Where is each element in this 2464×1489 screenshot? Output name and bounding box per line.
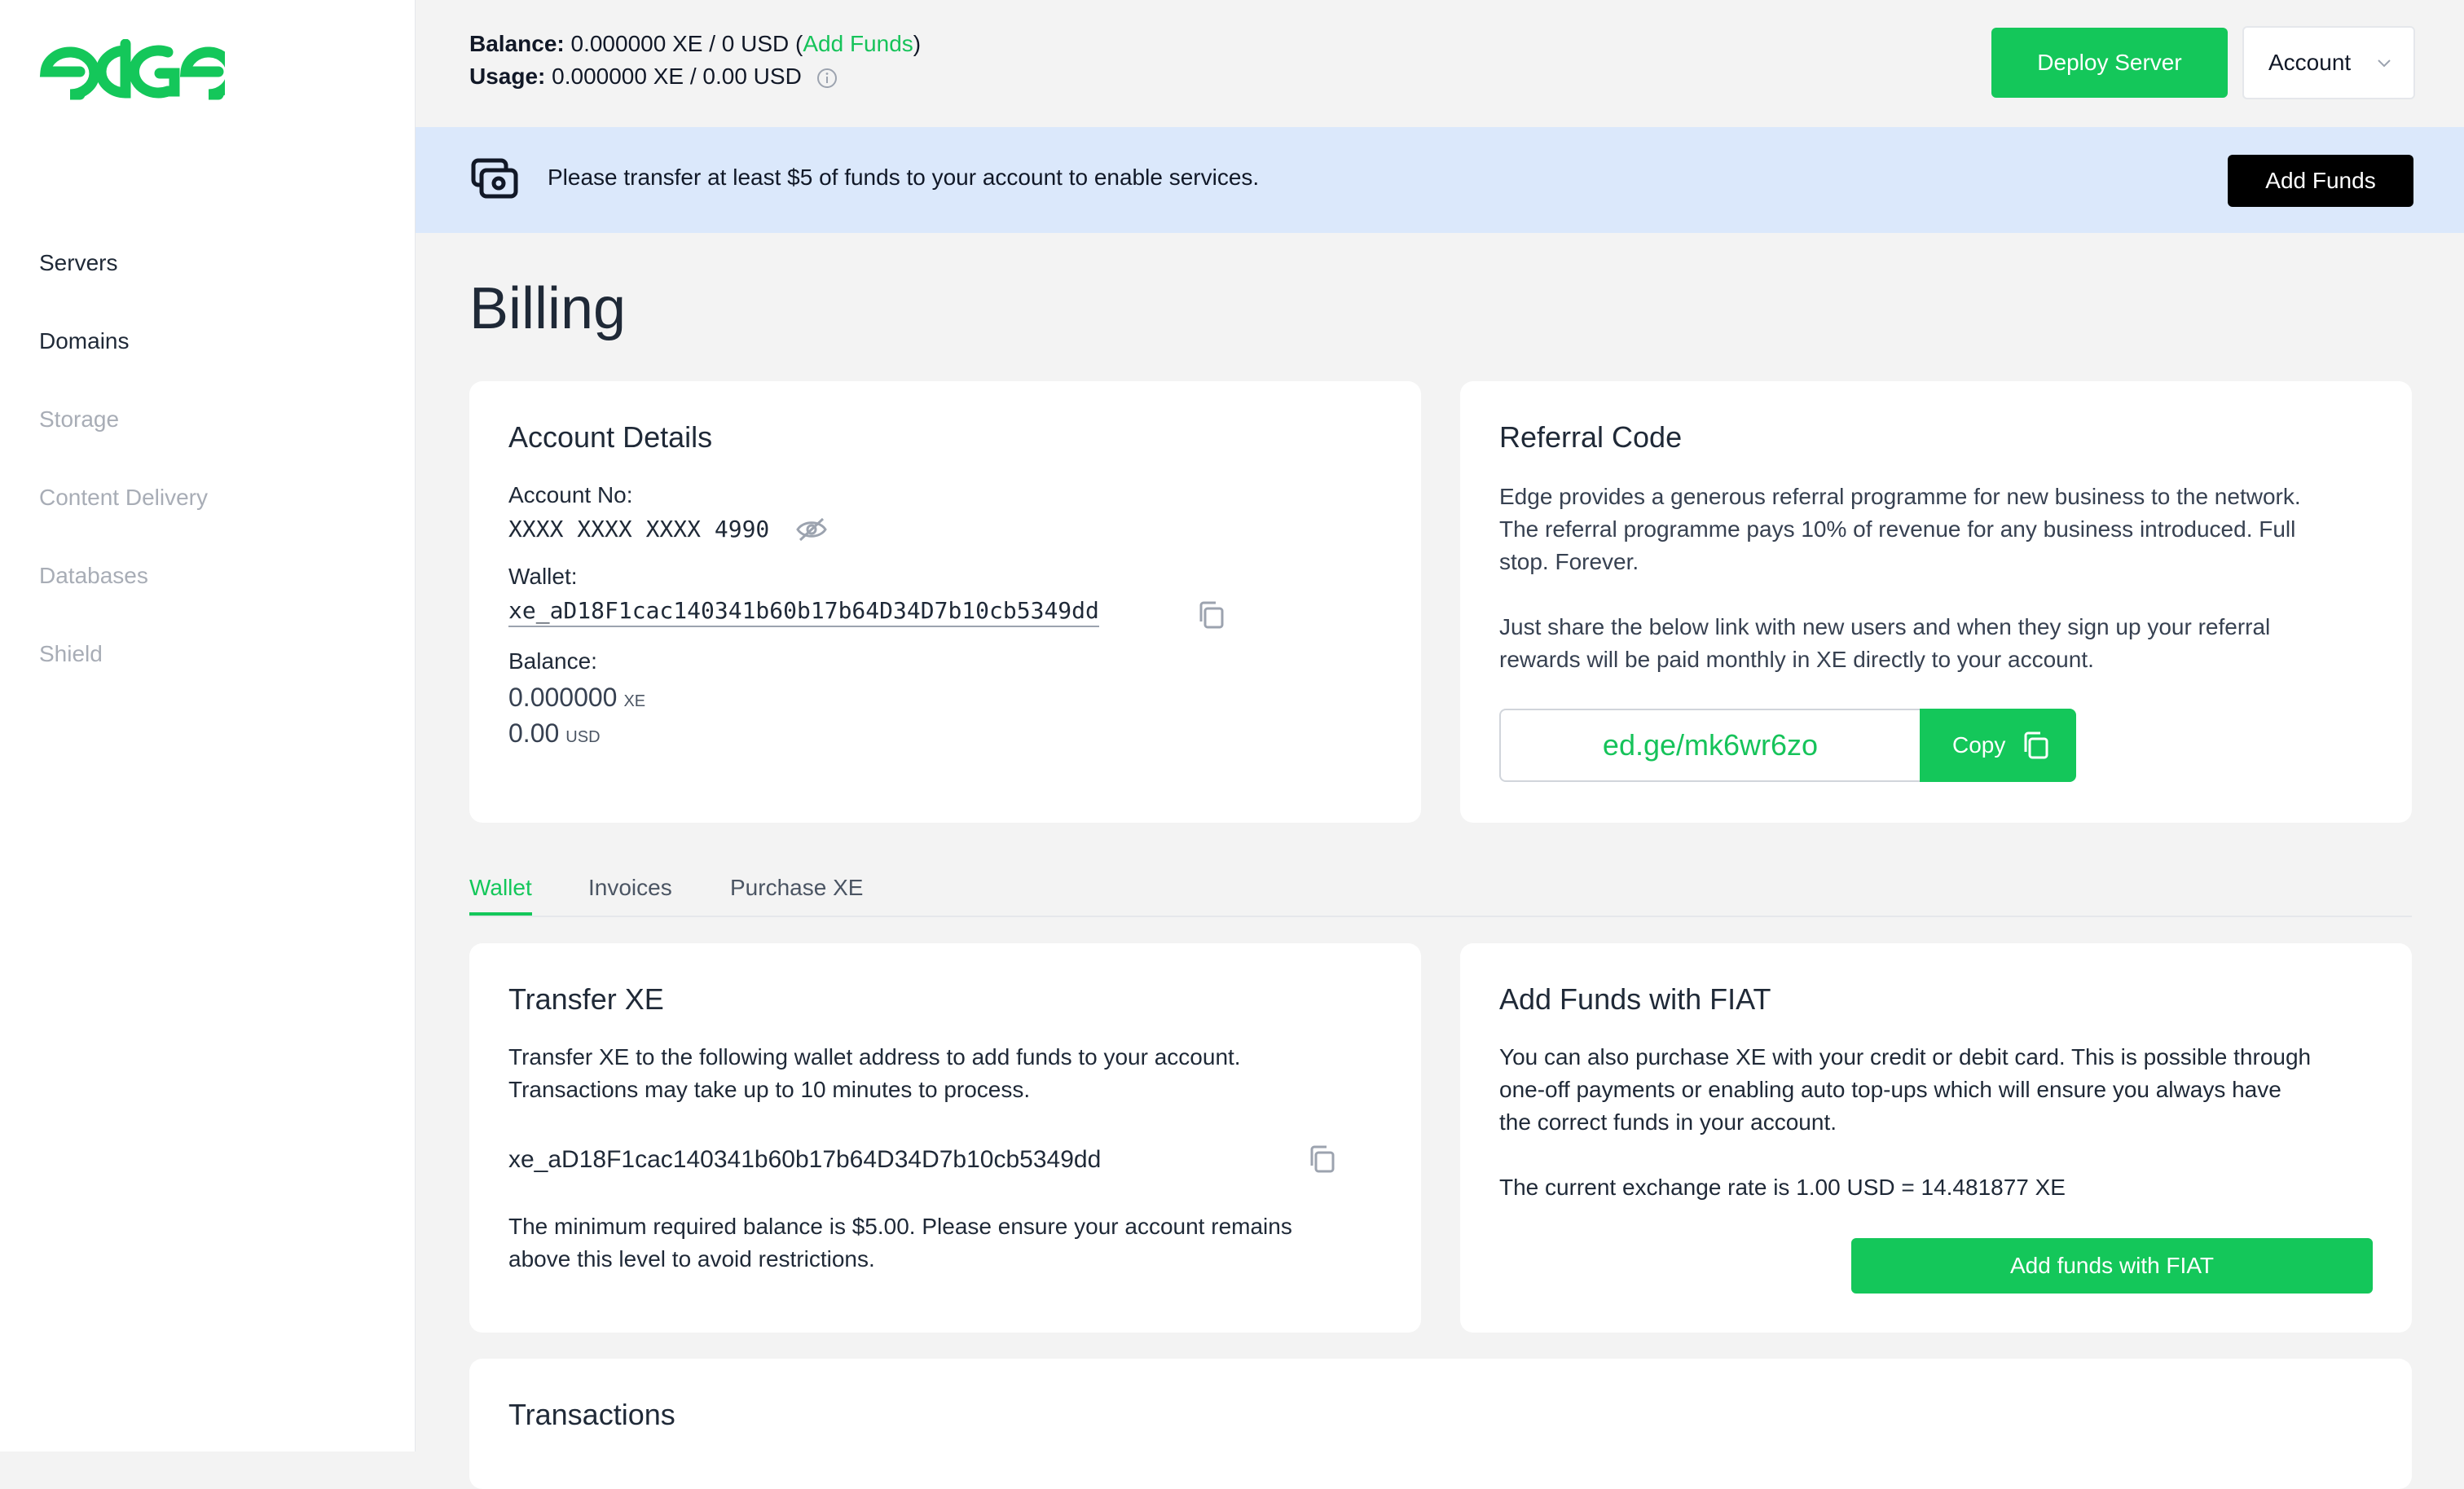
referral-text-line: The referral programme pays 10% of reven… bbox=[1499, 516, 2296, 542]
account-button-label: Account bbox=[2268, 50, 2352, 75]
wallet-address[interactable]: xe_aD18F1cac140341b60b17b64D34D7b10cb534… bbox=[508, 596, 1099, 627]
top-header: Balance: 0.000000 XE / 0 USD (Add Funds)… bbox=[416, 0, 2464, 127]
balance-usd-value: 0.00 bbox=[508, 718, 560, 748]
referral-text-line: Edge provides a generous referral progra… bbox=[1499, 484, 2301, 509]
minimum-balance-note: The minimum required balance is $5.00. P… bbox=[508, 1210, 1292, 1276]
eye-off-icon[interactable] bbox=[795, 516, 828, 542]
account-menu-button[interactable]: Account bbox=[2242, 26, 2415, 99]
exchange-rate-text: The current exchange rate is 1.00 USD = … bbox=[1499, 1175, 2066, 1200]
add-funds-fiat-button[interactable]: Add funds with FIAT bbox=[1851, 1238, 2373, 1294]
sidebar-nav: Servers Domains Storage Content Delivery… bbox=[39, 244, 208, 714]
funding-notice-text: Please transfer at least $5 of funds to … bbox=[548, 165, 1260, 190]
tab-purchase-xe[interactable]: Purchase XE bbox=[730, 875, 863, 916]
deploy-server-button[interactable]: Deploy Server bbox=[1991, 28, 2228, 98]
fiat-text-line: one-off payments or enabling auto top-up… bbox=[1499, 1077, 2281, 1102]
edge-logo[interactable] bbox=[37, 39, 225, 106]
balance-xe-unit: XE bbox=[623, 692, 646, 710]
referral-title: Referral Code bbox=[1499, 420, 1683, 454]
copy-address-icon[interactable] bbox=[1307, 1144, 1336, 1175]
referral-instructions: Just share the below link with new users… bbox=[1499, 611, 2270, 676]
transfer-text-line: Transactions may take up to 10 minutes t… bbox=[508, 1077, 1031, 1102]
transfer-note-line: above this level to avoid restrictions. bbox=[508, 1246, 875, 1272]
transactions-card: Transactions bbox=[469, 1359, 2412, 1489]
tab-wallet[interactable]: Wallet bbox=[469, 875, 532, 916]
transfer-note-line: The minimum required balance is $5.00. P… bbox=[508, 1214, 1292, 1239]
account-details-title: Account Details bbox=[508, 420, 713, 454]
transfer-wallet-address[interactable]: xe_aD18F1cac140341b60b17b64D34D7b10cb534… bbox=[508, 1144, 1101, 1176]
transactions-title: Transactions bbox=[508, 1398, 675, 1431]
sidebar-item-shield[interactable]: Shield bbox=[39, 635, 208, 714]
wallet-label: Wallet: bbox=[508, 564, 578, 589]
balance-value: 0.000000 XE / 0 USD bbox=[570, 31, 790, 56]
account-no-value: XXXX XXXX XXXX 4990 bbox=[508, 516, 770, 542]
referral-description: Edge provides a generous referral progra… bbox=[1499, 481, 2301, 578]
info-icon[interactable] bbox=[816, 68, 838, 89]
sidebar-item-servers[interactable]: Servers bbox=[39, 244, 208, 323]
copy-icon bbox=[2024, 731, 2048, 759]
tab-invoices[interactable]: Invoices bbox=[588, 875, 672, 916]
referral-link-field[interactable]: ed.ge/mk6wr6zo bbox=[1499, 709, 1920, 782]
sidebar-item-domains[interactable]: Domains bbox=[39, 323, 208, 401]
transfer-xe-card: Transfer XE Transfer XE to the following… bbox=[469, 943, 1421, 1333]
copy-wallet-icon[interactable] bbox=[1196, 600, 1225, 630]
copy-button-label: Copy bbox=[1952, 732, 2006, 758]
sidebar-item-databases[interactable]: Databases bbox=[39, 557, 208, 635]
referral-code-card: Referral Code Edge provides a generous r… bbox=[1460, 381, 2412, 823]
usage-value: 0.000000 XE / 0.00 USD bbox=[552, 64, 802, 89]
balance-label: Balance: bbox=[469, 31, 565, 56]
balance-xe-value: 0.000000 bbox=[508, 683, 618, 712]
transfer-text-line: Transfer XE to the following wallet addr… bbox=[508, 1044, 1241, 1070]
page-title: Billing bbox=[469, 276, 627, 341]
add-funds-fiat-card: Add Funds with FIAT You can also purchas… bbox=[1460, 943, 2412, 1333]
cash-icon bbox=[471, 158, 518, 199]
sidebar-item-storage[interactable]: Storage bbox=[39, 401, 208, 479]
add-funds-button[interactable]: Add Funds bbox=[2228, 155, 2413, 207]
balance-xe: 0.000000 XE bbox=[508, 681, 645, 718]
balance-usd: 0.00 USD bbox=[508, 717, 601, 753]
balance-summary: Balance: 0.000000 XE / 0 USD (Add Funds) bbox=[469, 31, 922, 56]
transfer-description: Transfer XE to the following wallet addr… bbox=[508, 1041, 1241, 1106]
transfer-title: Transfer XE bbox=[508, 982, 664, 1016]
fiat-description: You can also purchase XE with your credi… bbox=[1499, 1041, 2311, 1139]
balance-usd-unit: USD bbox=[565, 728, 601, 746]
account-details-card: Account Details Account No: XXXX XXXX XX… bbox=[469, 381, 1421, 823]
account-no-label: Account No: bbox=[508, 482, 633, 507]
referral-text-line: rewards will be paid monthly in XE direc… bbox=[1499, 647, 2094, 672]
copy-referral-button[interactable]: Copy bbox=[1920, 709, 2076, 782]
fiat-text-line: You can also purchase XE with your credi… bbox=[1499, 1044, 2312, 1070]
sidebar: Servers Domains Storage Content Delivery… bbox=[0, 0, 416, 1452]
referral-text-line: Just share the below link with new users… bbox=[1499, 614, 2271, 639]
usage-summary: Usage: 0.000000 XE / 0.00 USD bbox=[469, 64, 838, 90]
balance-label-card: Balance: bbox=[508, 648, 597, 674]
fiat-text-line: the correct funds in your account. bbox=[1499, 1109, 1837, 1135]
fiat-title: Add Funds with FIAT bbox=[1499, 982, 1771, 1016]
billing-tabs: Wallet Invoices Purchase XE bbox=[469, 873, 2412, 917]
sidebar-item-content-delivery[interactable]: Content Delivery bbox=[39, 479, 208, 557]
referral-text-line: stop. Forever. bbox=[1499, 549, 1639, 574]
add-funds-link[interactable]: Add Funds bbox=[803, 31, 913, 56]
chevron-down-icon bbox=[2378, 59, 2391, 68]
usage-label: Usage: bbox=[469, 64, 546, 89]
funding-notice-banner: Please transfer at least $5 of funds to … bbox=[416, 127, 2464, 233]
